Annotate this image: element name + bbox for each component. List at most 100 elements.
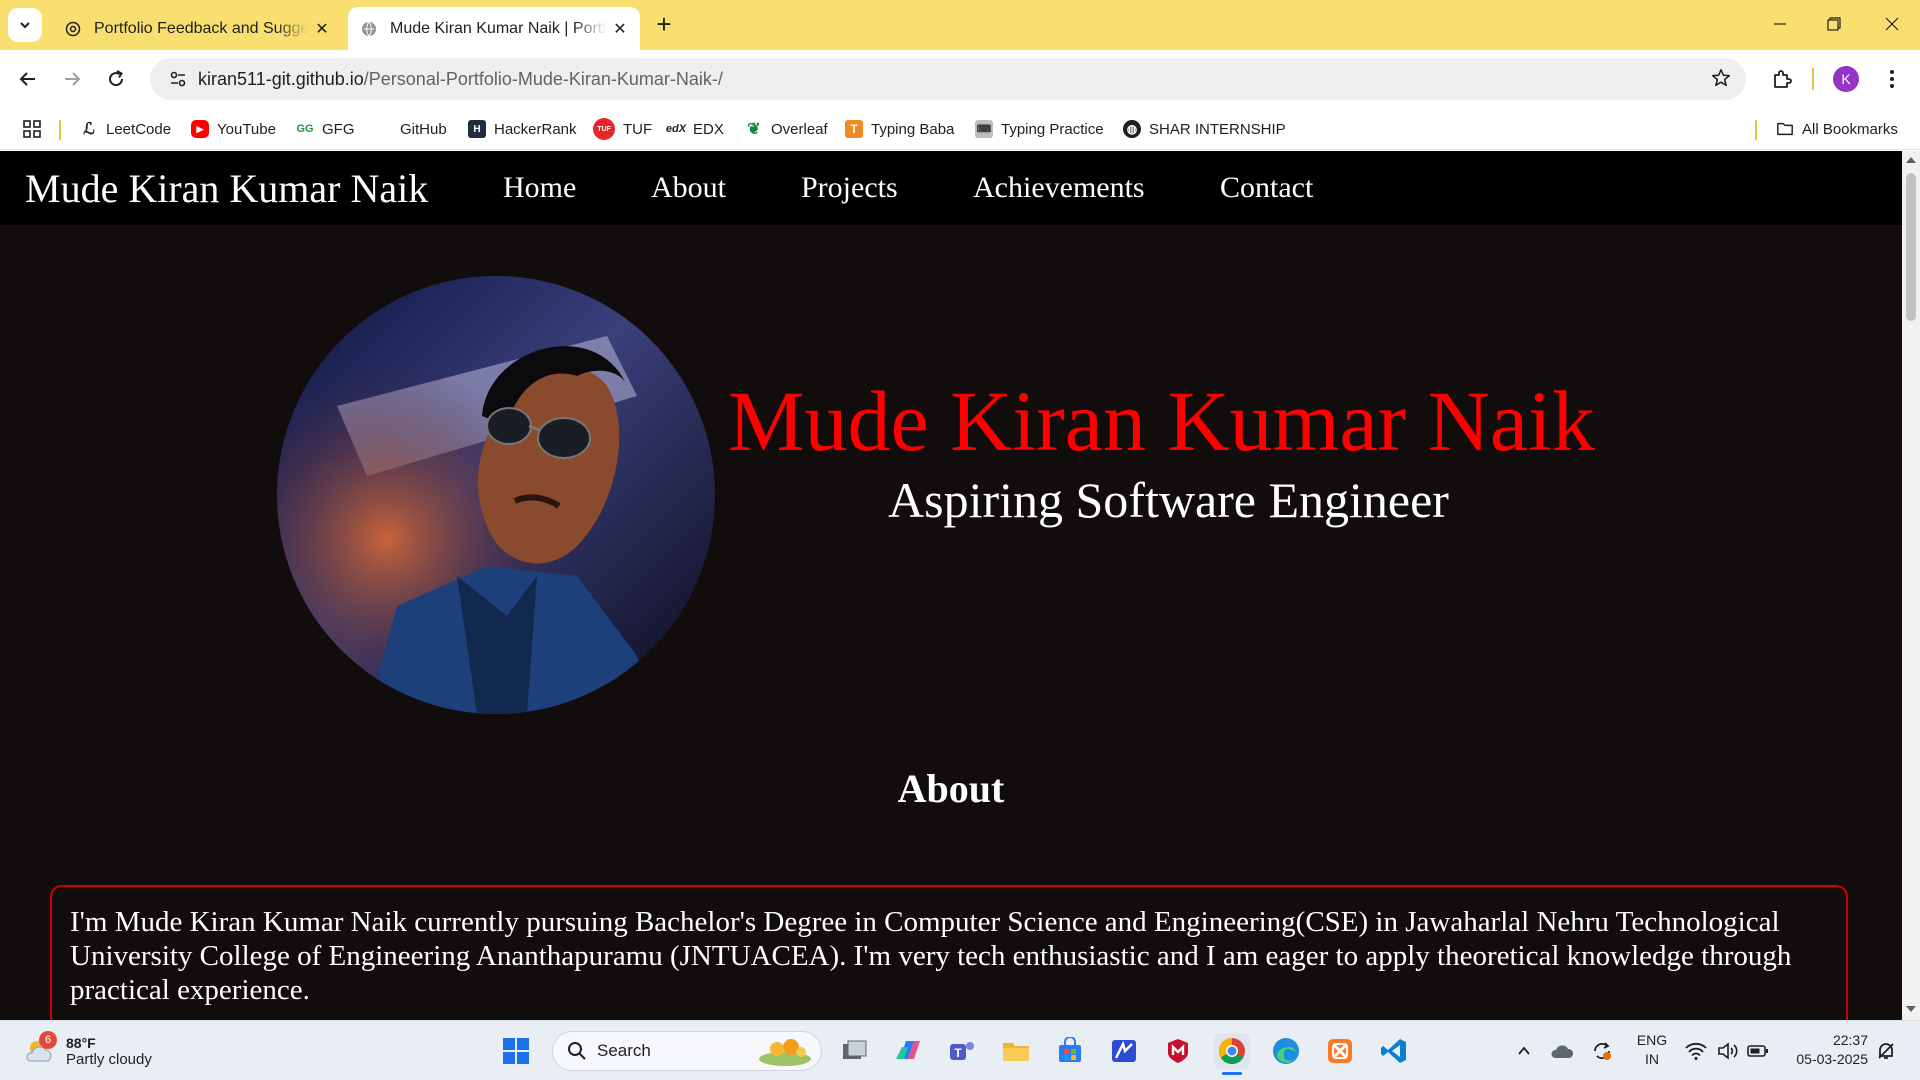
- close-icon[interactable]: ✕: [308, 15, 336, 43]
- close-icon[interactable]: ✕: [606, 15, 634, 43]
- close-icon: [1885, 17, 1899, 31]
- folder-icon: [1003, 1043, 1029, 1061]
- bookmark-label: EDX: [693, 120, 724, 138]
- plus-icon: +: [656, 8, 672, 39]
- show-hidden-icons-button[interactable]: [1512, 1033, 1536, 1069]
- copilot-button[interactable]: [890, 1033, 926, 1069]
- bookmark-overleaf[interactable]: ❦ Overleaf: [745, 116, 827, 142]
- xampp-button[interactable]: [1322, 1033, 1358, 1069]
- bookmark-shar-internship[interactable]: ◍ SHAR INTERNSHIP: [1123, 116, 1286, 142]
- reload-button[interactable]: [98, 61, 134, 97]
- bookmark-label: HackerRank: [494, 120, 577, 138]
- url-path: /Personal-Portfolio-Mude-Kiran-Kumar-Nai…: [363, 68, 723, 89]
- globe-icon: ◍: [1123, 120, 1141, 138]
- site-info-icon[interactable]: [158, 70, 198, 88]
- bookmark-leetcode[interactable]: ℒ LeetCode: [80, 116, 171, 142]
- language-indicator[interactable]: ENG IN: [1632, 1031, 1672, 1069]
- bookmark-typing-practice[interactable]: ⌨ Typing Practice: [975, 116, 1104, 142]
- chevron-up-icon: [1518, 1046, 1530, 1055]
- nav-link-contact[interactable]: Contact: [1220, 171, 1313, 205]
- system-clock[interactable]: 22:37 05-03-2025: [1780, 1031, 1868, 1069]
- url-host: kiran511-git.github.io: [198, 68, 364, 89]
- bookmark-hackerrank[interactable]: H HackerRank: [468, 116, 577, 142]
- scroll-up-icon[interactable]: [1906, 157, 1916, 163]
- wifi-status[interactable]: [1682, 1033, 1710, 1069]
- bookmark-youtube[interactable]: ▶ YouTube: [191, 116, 276, 142]
- bookmark-gfg[interactable]: GG GFG: [296, 116, 354, 142]
- all-bookmarks-button[interactable]: All Bookmarks: [1776, 116, 1898, 142]
- taskbar: 6 88°F Partly cloudy Search T ENG IN 22:…: [0, 1020, 1920, 1080]
- language-line1: ENG: [1636, 1032, 1668, 1048]
- chrome-icon: [1218, 1037, 1245, 1065]
- close-window-button[interactable]: [1864, 4, 1920, 44]
- reload-icon: [109, 70, 124, 87]
- arrow-right-icon: [65, 72, 81, 86]
- new-tab-button[interactable]: +: [650, 8, 678, 39]
- bookmark-label: LeetCode: [106, 120, 172, 138]
- bookmark-github[interactable]: GitHub: [374, 116, 447, 142]
- chrome-button[interactable]: [1214, 1033, 1250, 1075]
- weather-condition: Partly cloudy: [66, 1050, 152, 1068]
- folder-icon: [1777, 122, 1793, 136]
- nav-link-about[interactable]: About: [651, 171, 726, 205]
- bookmark-tuf[interactable]: TUF TUF: [593, 116, 652, 142]
- apps-button[interactable]: [22, 116, 42, 142]
- scroll-down-icon[interactable]: [1906, 1006, 1916, 1012]
- minimize-button[interactable]: [1752, 4, 1808, 44]
- task-view-button[interactable]: [836, 1033, 872, 1069]
- onenote-button[interactable]: [1106, 1033, 1142, 1069]
- page-viewport: Mude Kiran Kumar Naik Home About Project…: [0, 151, 1902, 1020]
- back-button[interactable]: [10, 61, 46, 97]
- mcafee-button[interactable]: [1160, 1033, 1196, 1069]
- tuf-icon: TUF: [593, 118, 615, 140]
- forward-button[interactable]: [54, 61, 90, 97]
- bookmark-typing-baba[interactable]: T Typing Baba: [845, 116, 954, 142]
- vscode-button[interactable]: [1376, 1033, 1412, 1069]
- sync-icon: [1594, 1042, 1611, 1060]
- battery-icon: [1747, 1045, 1768, 1057]
- clock-time: 22:37: [1832, 1032, 1868, 1048]
- teams-icon: T: [950, 1042, 974, 1060]
- hackerrank-icon: H: [468, 120, 486, 138]
- extensions-button[interactable]: [1764, 61, 1800, 97]
- microsoft-store-button[interactable]: [1052, 1033, 1088, 1069]
- weather-widget[interactable]: 6 88°F Partly cloudy: [22, 1031, 152, 1071]
- bookmark-edx[interactable]: edX EDX: [665, 116, 724, 142]
- puzzle-icon: [1774, 70, 1792, 88]
- address-bar[interactable]: kiran511-git.github.io/Personal-Portfoli…: [150, 58, 1746, 100]
- menu-button[interactable]: [1874, 61, 1910, 97]
- onedrive-button[interactable]: [1548, 1033, 1576, 1069]
- nav-link-home[interactable]: Home: [503, 171, 576, 205]
- pen-app-icon: [1112, 1040, 1136, 1062]
- file-explorer-button[interactable]: [998, 1033, 1034, 1069]
- restore-button[interactable]: [1806, 4, 1862, 44]
- bookmark-star-icon[interactable]: [1710, 67, 1732, 94]
- site-brand[interactable]: Mude Kiran Kumar Naik: [25, 165, 428, 212]
- edge-button[interactable]: [1268, 1033, 1304, 1069]
- taskbar-search[interactable]: Search: [552, 1031, 822, 1071]
- toolbar-divider: [1812, 68, 1814, 90]
- battery-status[interactable]: [1744, 1033, 1772, 1069]
- bookmark-label: YouTube: [217, 120, 276, 138]
- nav-link-achievements[interactable]: Achievements: [973, 171, 1145, 205]
- volume-status[interactable]: [1714, 1033, 1742, 1069]
- more-vertical-icon: [1890, 70, 1894, 88]
- notifications-button[interactable]: [1872, 1033, 1900, 1069]
- notification-bell-icon: [1878, 1043, 1894, 1059]
- page-scrollbar[interactable]: [1902, 151, 1920, 1020]
- profile-button[interactable]: K: [1828, 61, 1864, 97]
- mcafee-icon: [1168, 1039, 1188, 1063]
- teams-button[interactable]: T: [944, 1033, 980, 1069]
- tab-portfolio[interactable]: Mude Kiran Kumar Naik | Portfo ✕: [348, 7, 640, 50]
- bookmarks-divider: [1755, 120, 1757, 140]
- edx-icon: edX: [665, 123, 687, 135]
- nav-link-projects[interactable]: Projects: [801, 171, 898, 205]
- search-icon: [568, 1042, 586, 1060]
- tab-portfolio-feedback[interactable]: Portfolio Feedback and Suggest ✕: [52, 7, 342, 50]
- scroll-thumb[interactable]: [1906, 173, 1916, 321]
- all-bookmarks-label: All Bookmarks: [1802, 120, 1898, 138]
- tab-search-button[interactable]: [8, 8, 42, 42]
- windows-icon: [503, 1038, 529, 1064]
- sync-button[interactable]: [1588, 1033, 1616, 1069]
- start-button[interactable]: [498, 1033, 534, 1069]
